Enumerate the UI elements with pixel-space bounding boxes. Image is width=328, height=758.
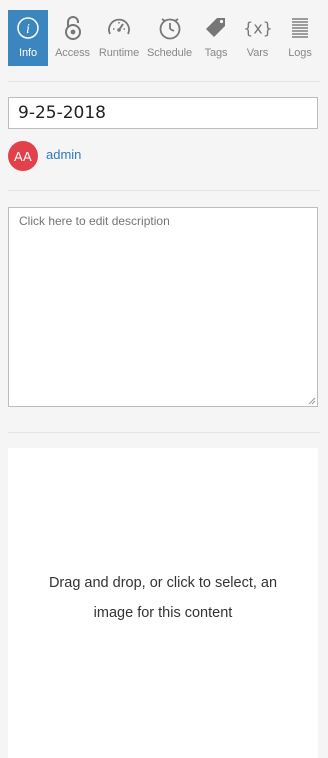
- tab-access-label: Access: [55, 47, 90, 59]
- tab-tags[interactable]: Tags: [198, 10, 234, 66]
- tab-runtime[interactable]: Runtime: [97, 10, 141, 66]
- tab-info[interactable]: i Info: [8, 10, 48, 66]
- braces-x-icon: {x}: [245, 15, 271, 41]
- content-title-input[interactable]: [8, 97, 318, 129]
- owner-link[interactable]: admin: [46, 147, 81, 162]
- svg-text:i: i: [26, 22, 30, 37]
- resize-grip-icon[interactable]: [308, 397, 316, 405]
- avatar: AA: [8, 141, 38, 171]
- tab-schedule-label: Schedule: [146, 47, 193, 59]
- image-dropzone[interactable]: Drag and drop, or click to select, an im…: [8, 448, 318, 758]
- dropzone-text: Drag and drop, or click to select, an im…: [48, 575, 278, 621]
- divider: [8, 190, 320, 191]
- settings-tabbar: i Info Access Runtime Schedule Tags {x} …: [8, 10, 320, 66]
- owner: AA admin: [8, 141, 81, 171]
- tab-vars-label: Vars: [246, 47, 269, 59]
- tab-logs[interactable]: Logs: [281, 10, 319, 66]
- gauge-icon: [106, 15, 132, 41]
- tab-access[interactable]: Access: [53, 10, 93, 66]
- info-icon: i: [15, 15, 41, 41]
- description-field[interactable]: [8, 207, 318, 407]
- divider: [8, 432, 320, 433]
- tab-info-label: Info: [19, 47, 37, 59]
- log-lines-icon: [287, 15, 313, 41]
- tab-vars[interactable]: {x} Vars: [239, 10, 277, 66]
- tab-tags-label: Tags: [204, 47, 228, 59]
- tab-schedule[interactable]: Schedule: [146, 10, 194, 66]
- divider: [8, 81, 320, 82]
- tab-runtime-label: Runtime: [98, 47, 140, 59]
- svg-text:{x}: {x}: [245, 19, 271, 38]
- tab-logs-label: Logs: [288, 47, 312, 59]
- clock-icon: [157, 15, 183, 41]
- lock-icon: [60, 15, 86, 41]
- tag-icon: [203, 15, 229, 41]
